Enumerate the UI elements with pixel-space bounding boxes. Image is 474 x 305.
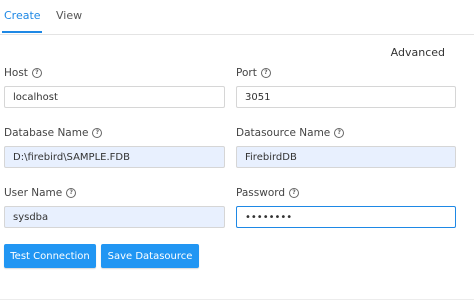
help-icon[interactable]: ? xyxy=(31,68,42,78)
port-label-text: Port xyxy=(236,67,257,79)
host-label-text: Host xyxy=(4,67,28,79)
save-datasource-button[interactable]: Save Datasource xyxy=(101,244,199,268)
user-name-label-text: User Name xyxy=(4,187,63,199)
database-name-label: Database Name ? xyxy=(4,127,103,139)
tab-view[interactable]: View xyxy=(56,9,82,22)
database-name-input[interactable] xyxy=(4,146,225,168)
password-input[interactable] xyxy=(236,206,456,228)
help-icon[interactable]: ? xyxy=(334,128,345,138)
user-name-label: User Name ? xyxy=(4,187,77,199)
host-input[interactable] xyxy=(4,86,225,108)
port-input[interactable] xyxy=(236,86,456,108)
password-label-text: Password xyxy=(236,187,286,199)
bottom-divider xyxy=(0,299,474,300)
user-name-input[interactable] xyxy=(4,206,225,228)
test-connection-button[interactable]: Test Connection xyxy=(4,244,96,268)
advanced-link[interactable]: Advanced xyxy=(391,46,445,59)
help-icon[interactable]: ? xyxy=(260,68,271,78)
port-label: Port ? xyxy=(236,67,271,79)
password-label: Password ? xyxy=(236,187,300,199)
help-icon[interactable]: ? xyxy=(289,188,300,198)
help-icon[interactable]: ? xyxy=(66,188,77,198)
database-name-label-text: Database Name xyxy=(4,127,89,139)
datasource-name-label: Datasource Name ? xyxy=(236,127,345,139)
tab-bar: Create View xyxy=(0,0,474,35)
help-icon[interactable]: ? xyxy=(92,128,103,138)
host-label: Host ? xyxy=(4,67,42,79)
datasource-name-input[interactable] xyxy=(236,146,456,168)
datasource-name-label-text: Datasource Name xyxy=(236,127,331,139)
tab-create[interactable]: Create xyxy=(4,9,41,22)
active-tab-indicator xyxy=(2,31,42,33)
